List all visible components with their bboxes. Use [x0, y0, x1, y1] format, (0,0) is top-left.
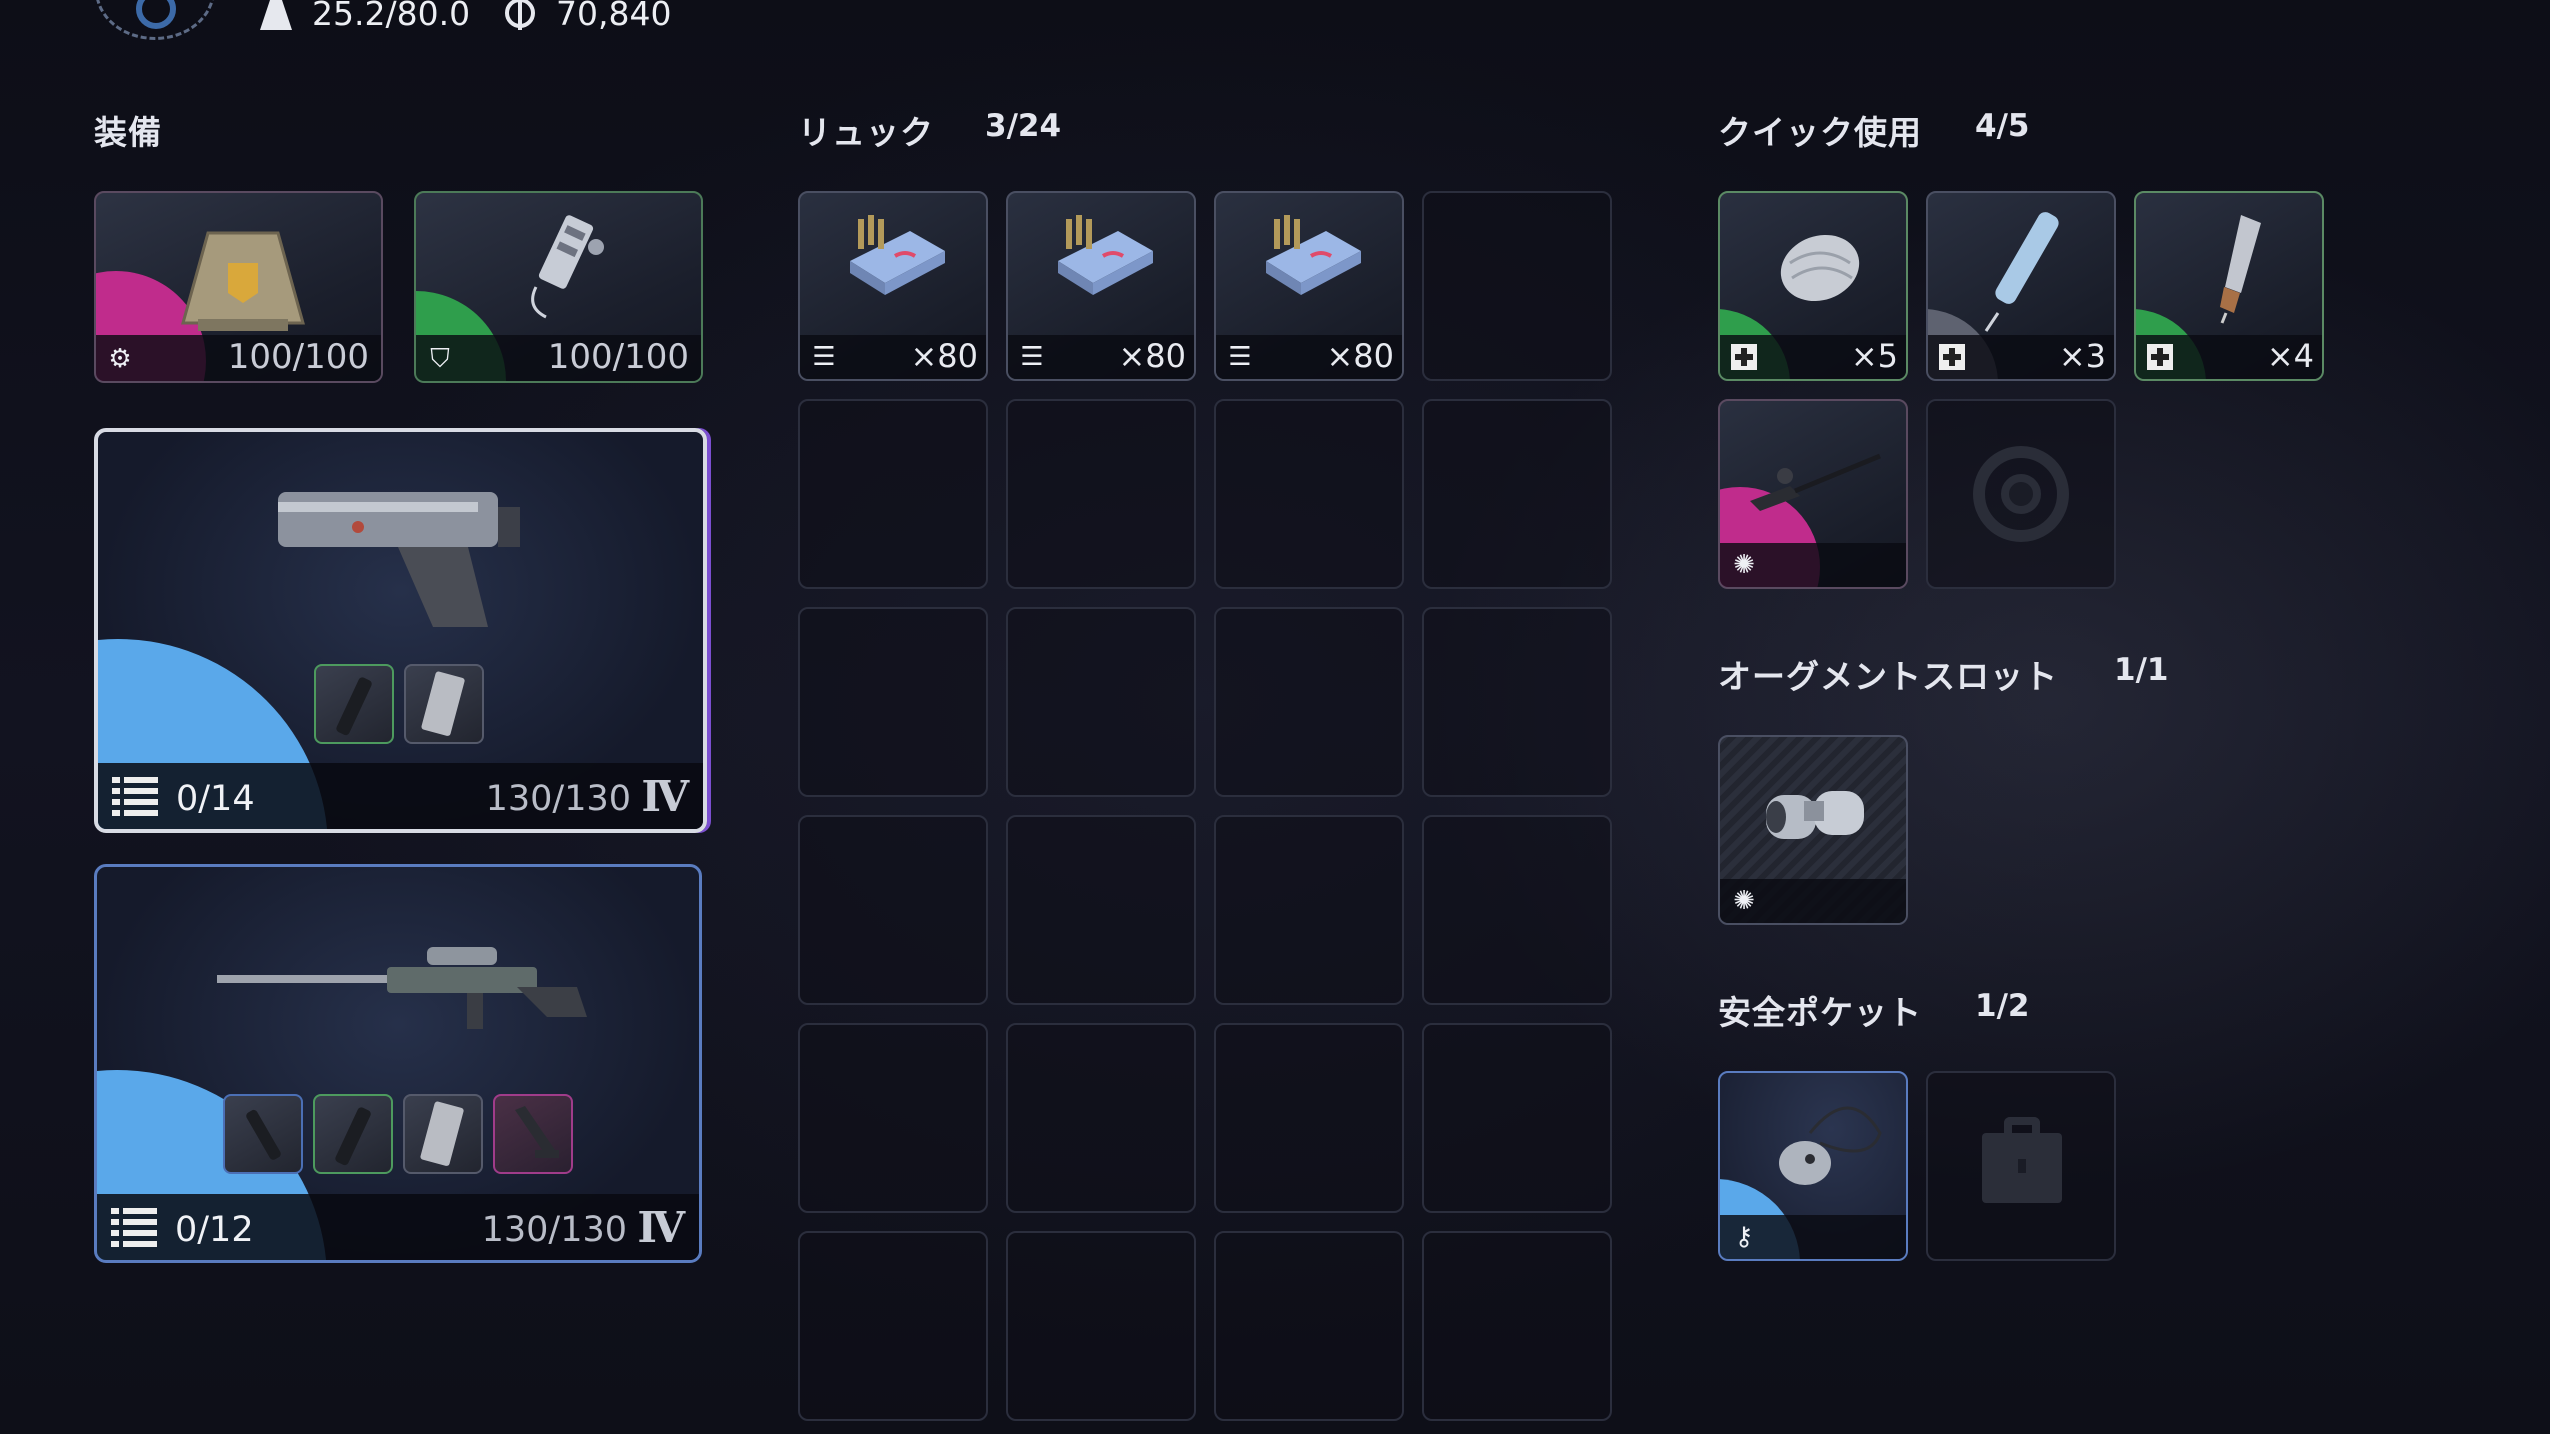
backpack-empty-slot[interactable]	[1422, 607, 1612, 797]
ammo-list-icon	[112, 775, 160, 817]
item-count: ×80	[1326, 337, 1394, 375]
gadget-aperture-icon: ✺	[1733, 886, 1755, 916]
augment-count: 1/1	[2114, 652, 2169, 688]
backpack-item-ammo-box[interactable]: ☰ ×80	[1006, 191, 1196, 381]
augment-binoculars-icon	[1746, 771, 1886, 865]
player-emblem-icon	[95, 0, 215, 40]
backpack-empty-slot[interactable]	[1214, 399, 1404, 589]
weapon-durability: 130/130	[481, 1210, 627, 1250]
safe-pocket-title: 安全ポケット	[1718, 993, 1922, 1032]
quick-use-empty-slot[interactable]	[1926, 399, 2116, 589]
backpack-empty-slot[interactable]	[1422, 815, 1612, 1005]
backpack-empty-slot[interactable]	[1006, 399, 1196, 589]
backpack-empty-slot[interactable]	[1422, 1231, 1612, 1421]
medical-cross-icon	[1728, 341, 1760, 373]
bandage-icon	[1770, 223, 1870, 317]
weapon-slot-rifle[interactable]: 0/12 130/130 Ⅳ	[94, 864, 702, 1263]
item-count: ×5	[1850, 337, 1898, 375]
key-fob-icon	[1760, 1093, 1890, 1207]
injector-icon	[2186, 205, 2286, 329]
item-count: ×80	[1118, 337, 1186, 375]
weapon-attachment-barrel[interactable]	[314, 664, 394, 744]
currency-value: 70,840	[556, 0, 672, 33]
weapon-durability: 130/130	[485, 779, 631, 819]
backpack-empty-slot[interactable]	[1422, 399, 1612, 589]
backpack-empty-slot[interactable]	[1214, 1231, 1404, 1421]
item-count: ×3	[2058, 337, 2106, 375]
medical-cross-icon	[1936, 341, 1968, 373]
backpack-empty-slot[interactable]	[798, 607, 988, 797]
backpack-empty-slot[interactable]	[1214, 607, 1404, 797]
rifle-attachment-stock[interactable]	[493, 1094, 573, 1174]
backpack-empty-slot[interactable]	[798, 399, 988, 589]
item-count: ×80	[910, 337, 978, 375]
augment-title: オーグメントスロット	[1718, 657, 2058, 696]
ammo-box-icon	[1048, 211, 1158, 315]
backpack-empty-slot[interactable]	[1214, 1023, 1404, 1213]
ammo-list-icon: ☰	[1020, 342, 1044, 372]
backpack-empty-slot[interactable]	[1214, 815, 1404, 1005]
quick-item-injector[interactable]: ×4	[2134, 191, 2324, 381]
rifle-attachment-muzzle[interactable]	[223, 1094, 303, 1174]
syringe-icon	[1968, 203, 2078, 337]
quick-use-title: クイック使用	[1718, 113, 1922, 152]
backpack-empty-slot[interactable]	[1422, 1023, 1612, 1213]
backpack-count: 3/24	[985, 108, 1062, 144]
ammo-box-icon	[1256, 211, 1366, 315]
backpack-empty-slot[interactable]	[798, 1231, 988, 1421]
quick-use-count: 4/5	[1975, 108, 2030, 144]
gadget-aperture-icon: ✺	[1733, 550, 1755, 580]
backpack-empty-slot[interactable]	[1006, 607, 1196, 797]
shield-gadget-icon	[496, 207, 626, 341]
backpack-empty-slot[interactable]	[1006, 1023, 1196, 1213]
safe-pocket-locked-slot[interactable]	[1926, 1071, 2116, 1261]
quick-item-syringe[interactable]: ×3	[1926, 191, 2116, 381]
safe-pocket-count: 1/2	[1975, 988, 2030, 1024]
backpack-item-ammo-box[interactable]: ☰ ×80	[798, 191, 988, 381]
augment-slot-item[interactable]: ✺	[1718, 735, 1908, 925]
coin-icon	[505, 0, 535, 30]
armor-durability: 100/100	[227, 337, 369, 377]
backpack-empty-slot[interactable]	[798, 1023, 988, 1213]
ammo-box-icon	[840, 211, 950, 315]
weight-icon	[256, 0, 296, 30]
backpack-armor-icon	[168, 223, 318, 347]
empty-slot-ring-icon	[1973, 446, 2069, 542]
weapon-tier: Ⅳ	[641, 772, 689, 821]
ammo-list-icon: ☰	[812, 342, 836, 372]
item-count: ×4	[2266, 337, 2314, 375]
armor-slot-backpack[interactable]: ⚙ 100/100	[94, 191, 383, 383]
equipment-title: 装備	[94, 113, 162, 152]
ammo-list-icon: ☰	[1228, 342, 1252, 372]
medical-cross-icon	[2144, 341, 2176, 373]
backpack-empty-slot[interactable]	[1006, 1231, 1196, 1421]
armor-slot-shield[interactable]: ⛉ 100/100	[414, 191, 703, 383]
weapon-slot-pistol[interactable]: 0/14 130/130 Ⅳ	[94, 428, 707, 833]
rifle-attachment-magazine[interactable]	[403, 1094, 483, 1174]
shield-type-icon: ⛉	[430, 344, 450, 374]
pistol-icon	[268, 462, 538, 636]
sniper-rifle-icon	[217, 937, 597, 1061]
weapon-attachment-magazine[interactable]	[404, 664, 484, 744]
quick-item-bandage[interactable]: ×5	[1718, 191, 1908, 381]
grapple-tool-icon	[1740, 431, 1890, 535]
quick-item-grapple-tool[interactable]: ✺	[1718, 399, 1908, 589]
safe-pocket-key-item[interactable]: ⚷	[1718, 1071, 1908, 1261]
backpack-empty-slot[interactable]	[798, 815, 988, 1005]
weapon-ammo: 0/14	[176, 779, 255, 819]
key-icon: ⚷	[1734, 1222, 1754, 1252]
backpack-title: リュック	[798, 113, 934, 152]
weapon-tier: Ⅳ	[637, 1203, 685, 1252]
lock-icon	[1982, 1117, 2062, 1203]
shield-durability: 100/100	[547, 337, 689, 377]
weight-value: 25.2/80.0	[312, 0, 471, 33]
weapon-ammo: 0/12	[175, 1210, 254, 1250]
rifle-attachment-barrel[interactable]	[313, 1094, 393, 1174]
armor-type-icon: ⚙	[108, 344, 132, 374]
backpack-empty-slot[interactable]	[1422, 191, 1612, 381]
backpack-item-ammo-box[interactable]: ☰ ×80	[1214, 191, 1404, 381]
ammo-list-icon	[111, 1206, 159, 1248]
backpack-empty-slot[interactable]	[1006, 815, 1196, 1005]
